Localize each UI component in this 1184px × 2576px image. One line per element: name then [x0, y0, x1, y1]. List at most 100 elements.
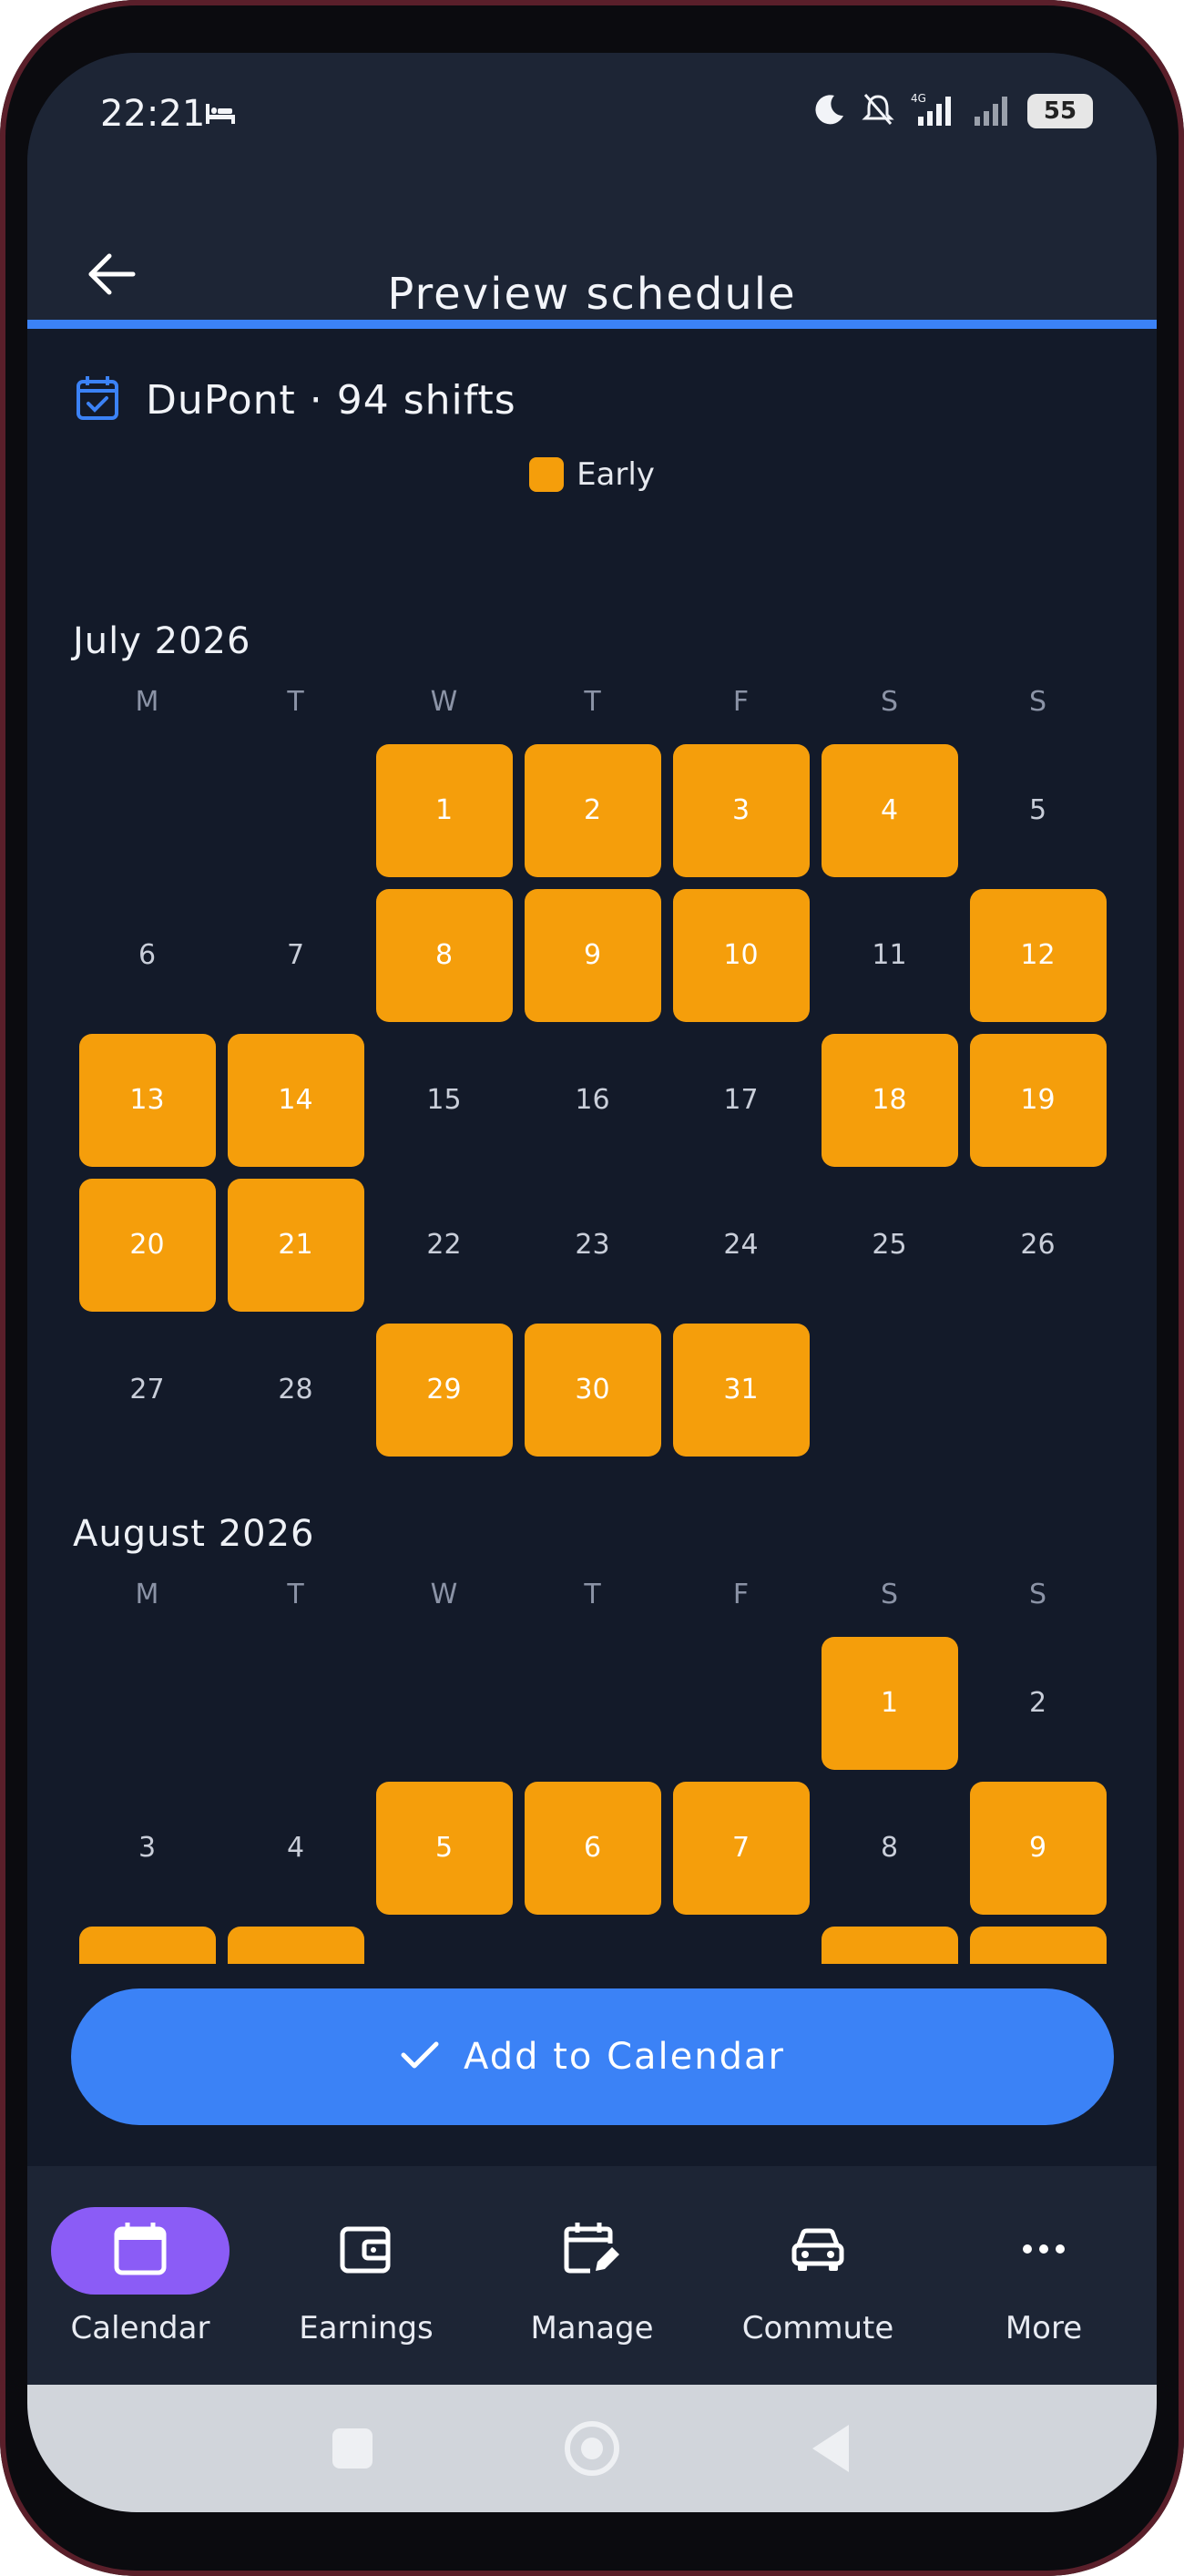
day-cell[interactable]: 12: [376, 1927, 513, 1965]
day-slot: 11: [221, 1920, 370, 1964]
day-cell[interactable]: 2: [970, 1637, 1107, 1770]
shift-day-cell[interactable]: 16: [969, 1926, 1107, 1964]
month-title: August 2026: [73, 1513, 315, 1555]
schedule-content[interactable]: DuPont · 94 shifts Early July 2026 M T W…: [27, 329, 1157, 1964]
day-slot: 10: [73, 1920, 221, 1964]
status-icons: 4G 55: [812, 91, 1093, 131]
day-cell[interactable]: 23: [525, 1179, 661, 1312]
day-slot: 14: [221, 1027, 370, 1172]
battery-indicator: 55: [1027, 94, 1093, 128]
day-slot: 15: [815, 1920, 964, 1964]
weekday-label: T: [287, 1579, 304, 1610]
weekday-label: S: [880, 686, 899, 718]
shift-day-cell[interactable]: 30: [524, 1323, 661, 1457]
bell-off-icon: [860, 91, 896, 131]
weekday-label: S: [1028, 1579, 1047, 1610]
bottom-navigation: Calendar Earnings Manage Commute More: [27, 2166, 1157, 2385]
day-slot: 20: [73, 1172, 221, 1317]
shift-day-cell[interactable]: 11: [227, 1926, 364, 1964]
shift-day-cell[interactable]: 8: [375, 888, 513, 1022]
shift-day-cell[interactable]: 5: [375, 1781, 513, 1915]
day-cell[interactable]: 8: [822, 1782, 958, 1915]
shift-day-cell[interactable]: 7: [672, 1781, 810, 1915]
weekday-label: M: [135, 1579, 159, 1610]
shift-day-cell[interactable]: 13: [78, 1033, 216, 1167]
day-slot: 11: [815, 883, 964, 1027]
add-to-calendar-button[interactable]: Add to Calendar: [71, 1988, 1114, 2125]
shift-day-cell[interactable]: 6: [524, 1781, 661, 1915]
day-slot: [221, 1630, 370, 1775]
day-slot: 30: [518, 1317, 667, 1462]
day-cell[interactable]: 25: [822, 1179, 958, 1312]
shift-day-cell[interactable]: 15: [821, 1926, 958, 1964]
day-cell[interactable]: 15: [376, 1034, 513, 1167]
day-cell[interactable]: 3: [79, 1782, 216, 1915]
day-slot: 19: [964, 1027, 1112, 1172]
accent-divider: [27, 320, 1157, 329]
day-slot: 15: [370, 1027, 518, 1172]
day-cell[interactable]: 24: [673, 1179, 810, 1312]
month-title: July 2026: [73, 620, 251, 662]
nav-item-manage[interactable]: Manage: [479, 2166, 705, 2385]
shift-day-cell[interactable]: 19: [969, 1033, 1107, 1167]
summary-text: DuPont · 94 shifts: [146, 376, 516, 424]
day-cell[interactable]: 13: [525, 1927, 661, 1965]
month-july: July 2026 M T W T F S S 1 2 3 4 5 6 7 8 9 10 11 12 1…: [73, 620, 1116, 1462]
weekday-row: M T W T F S S: [73, 1579, 1116, 1610]
day-cell[interactable]: 14: [673, 1927, 810, 1965]
nav-label: More: [1005, 2310, 1083, 2346]
day-slot: 13: [518, 1920, 667, 1964]
shift-day-cell[interactable]: 10: [78, 1926, 216, 1964]
nav-label: Earnings: [299, 2310, 434, 2346]
shift-day-cell[interactable]: 4: [821, 743, 958, 877]
shift-day-cell[interactable]: 18: [821, 1033, 958, 1167]
day-cell[interactable]: 26: [970, 1179, 1107, 1312]
shift-day-cell[interactable]: 3: [672, 743, 810, 877]
shift-day-cell[interactable]: 9: [969, 1781, 1107, 1915]
day-cell[interactable]: 6: [79, 889, 216, 1022]
legend: Early: [27, 456, 1157, 493]
recents-button[interactable]: [332, 2428, 373, 2469]
day-cell[interactable]: 16: [525, 1034, 661, 1167]
shift-day-cell[interactable]: 9: [524, 888, 661, 1022]
day-cell[interactable]: 5: [970, 744, 1107, 877]
nav-item-calendar[interactable]: Calendar: [27, 2166, 253, 2385]
shift-day-cell[interactable]: 10: [672, 888, 810, 1022]
shift-day-cell[interactable]: 20: [78, 1178, 216, 1312]
day-slot: 8: [815, 1775, 964, 1920]
system-back-button[interactable]: [812, 2425, 849, 2472]
day-slot: 16: [964, 1920, 1112, 1964]
shift-day-cell[interactable]: 2: [524, 743, 661, 877]
calendar-check-icon: [75, 374, 120, 425]
nav-item-more[interactable]: More: [931, 2166, 1157, 2385]
week-row: 13 14 15 16 17 18 19: [73, 1027, 1116, 1172]
system-navigation-bar: [27, 2385, 1157, 2512]
shift-day-cell[interactable]: 21: [227, 1178, 364, 1312]
day-cell[interactable]: 27: [79, 1324, 216, 1457]
nav-item-earnings[interactable]: Earnings: [253, 2166, 479, 2385]
network-label: 4G: [911, 92, 926, 105]
week-row: 3456789: [73, 1775, 1116, 1920]
day-cell[interactable]: 28: [228, 1324, 364, 1457]
day-cell[interactable]: 17: [673, 1034, 810, 1167]
nav-pill: [503, 2207, 681, 2295]
day-cell[interactable]: 7: [228, 889, 364, 1022]
day-cell[interactable]: 11: [822, 889, 958, 1022]
day-cell[interactable]: 22: [376, 1179, 513, 1312]
shift-day-cell[interactable]: 14: [227, 1033, 364, 1167]
shift-day-cell[interactable]: 1: [821, 1636, 958, 1770]
day-cell[interactable]: 4: [228, 1782, 364, 1915]
day-slot: 7: [667, 1775, 815, 1920]
nav-pill: [277, 2207, 455, 2295]
shift-day-cell[interactable]: 1: [375, 743, 513, 877]
more-icon: [1015, 2220, 1073, 2282]
shift-day-cell[interactable]: 31: [672, 1323, 810, 1457]
day-slot: 6: [518, 1775, 667, 1920]
day-slot: 12: [964, 883, 1112, 1027]
day-slot: 25: [815, 1172, 964, 1317]
nav-item-commute[interactable]: Commute: [705, 2166, 931, 2385]
shift-day-cell[interactable]: 29: [375, 1323, 513, 1457]
home-button[interactable]: [565, 2421, 619, 2476]
signal-icon: [971, 91, 1015, 131]
shift-day-cell[interactable]: 12: [969, 888, 1107, 1022]
